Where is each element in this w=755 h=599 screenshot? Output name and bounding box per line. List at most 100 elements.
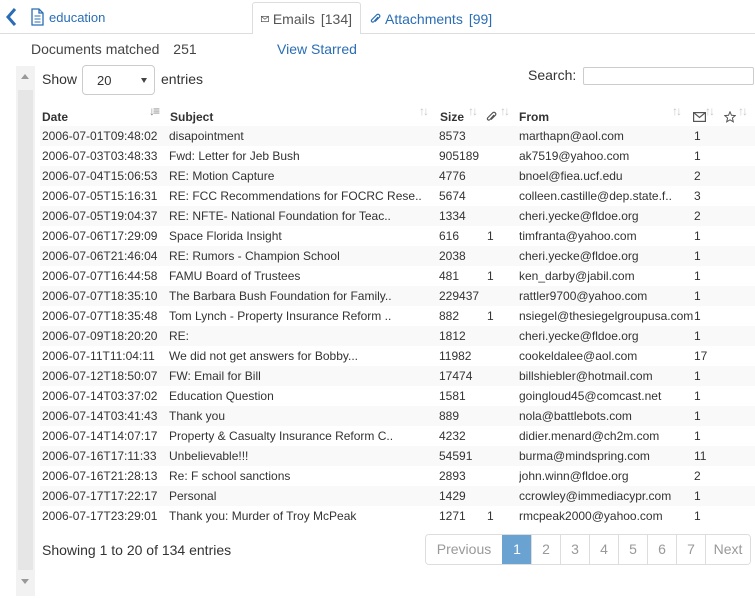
row-email-count: 2: [694, 469, 701, 483]
previous-page-button[interactable]: Previous: [426, 535, 502, 564]
emails-panel: Documents matched 251 View Starred Show …: [0, 34, 755, 599]
page-6-button[interactable]: 6: [647, 535, 676, 564]
page-1-button[interactable]: 1: [502, 535, 531, 564]
row-date: 2006-07-11T11:04:11: [42, 349, 155, 363]
sort-icon: ↑↓: [738, 104, 748, 118]
paperclip-icon: [370, 13, 381, 23]
sort-icon: ↑↓: [500, 104, 510, 118]
row-subject: RE: Rumors - Champion School: [169, 249, 340, 263]
row-size: 17474: [439, 369, 473, 383]
row-subject: Thank you: [169, 409, 226, 423]
table-row[interactable]: 2006-07-11T11:04:11 We did not get answer…: [40, 346, 755, 366]
page-3-button[interactable]: 3: [560, 535, 589, 564]
column-header-starred[interactable]: ↑↓: [724, 104, 754, 126]
page-7-button[interactable]: 7: [676, 535, 705, 564]
table-row[interactable]: 2006-07-14T03:37:02 Education Question 158…: [40, 386, 755, 406]
row-from: timfranta@yahoo.com: [519, 229, 637, 243]
table-row[interactable]: 2006-07-07T18:35:48 Tom Lynch - Property …: [40, 306, 755, 326]
row-date: 2006-07-05T15:16:31: [42, 189, 158, 203]
page-4-button[interactable]: 4: [589, 535, 618, 564]
document-icon: [31, 8, 44, 26]
breadcrumb[interactable]: education: [30, 8, 105, 26]
row-size: 889: [439, 409, 460, 423]
row-size: 2038: [439, 249, 466, 263]
row-subject: Space Florida Insight: [169, 229, 282, 243]
column-header-attachments[interactable]: ↑↓: [486, 104, 516, 126]
search-input[interactable]: [583, 67, 754, 85]
row-size: 2893: [439, 469, 466, 483]
row-date: 2006-07-07T16:44:58: [42, 269, 158, 283]
row-from: ak7519@yahoo.com: [519, 149, 630, 163]
table-row[interactable]: 2006-07-01T09:48:02 disapointment 8573 mart…: [40, 126, 755, 146]
row-email-count: 1: [694, 249, 701, 263]
row-email-count: 1: [694, 509, 701, 523]
row-date: 2006-07-14T14:07:17: [42, 429, 158, 443]
row-subject: RE: NFTE- National Foundation for Teac..: [169, 209, 391, 223]
tab-attachments[interactable]: Attachments [99]: [362, 2, 500, 35]
row-subject: Education Question: [169, 389, 274, 403]
entries-label: entries: [161, 71, 204, 87]
row-email-count: 1: [694, 329, 701, 343]
table-row[interactable]: 2006-07-17T17:22:17 Personal 1429 ccrowley@…: [40, 486, 755, 506]
row-date: 2006-07-07T18:35:48: [42, 309, 158, 323]
row-email-count: 1: [694, 429, 701, 443]
row-attachment-count: 1: [487, 509, 494, 523]
back-chevron-icon[interactable]: [4, 6, 22, 28]
column-header-size[interactable]: Size ↑↓: [440, 104, 488, 126]
row-size: 5674: [439, 189, 466, 203]
documents-matched-value: 251: [173, 41, 197, 57]
column-header-from[interactable]: From ↑↓: [519, 104, 689, 126]
row-from: cheri.yecke@fldoe.org: [519, 249, 639, 263]
sort-ascending-icon: ↓≡: [149, 104, 160, 118]
tab-emails[interactable]: Emails [134]: [252, 2, 361, 35]
row-from: cheri.yecke@fldoe.org: [519, 209, 639, 223]
table-row[interactable]: 2006-07-07T16:44:58 FAMU Board of Trustee…: [40, 266, 755, 286]
table-row[interactable]: 2006-07-09T18:20:20 RE: 1812 cheri.yecke@fl…: [40, 326, 755, 346]
table-row[interactable]: 2006-07-16T21:28:13 Re: F school sanction…: [40, 466, 755, 486]
view-starred-link[interactable]: View Starred: [277, 41, 357, 57]
page-2-button[interactable]: 2: [531, 535, 560, 564]
row-from: burma@mindspring.com: [519, 449, 650, 463]
tab-attachments-count: [99]: [468, 10, 493, 27]
row-email-count: 17: [694, 349, 708, 363]
row-email-count: 1: [694, 289, 701, 303]
column-header-subject[interactable]: Subject ↑↓: [170, 104, 435, 126]
table-header: Date ↓≡ Subject ↑↓ Size ↑↓ ↑↓ From ↑↓ ↑↓…: [40, 102, 755, 126]
table-row[interactable]: 2006-07-04T15:06:53 RE: Motion Capture 477…: [40, 166, 755, 186]
table-row[interactable]: 2006-07-14T03:41:43 Thank you 889 nola@batt…: [40, 406, 755, 426]
table-row[interactable]: 2006-07-14T14:07:17 Property & Casualty I…: [40, 426, 755, 446]
row-from: bnoel@fiea.ucf.edu: [519, 169, 623, 183]
row-from: ccrowley@immediacypr.com: [519, 489, 672, 503]
table-row[interactable]: 2006-07-16T17:11:33 Unbelievable!!! 54591 b…: [40, 446, 755, 466]
scrollbar-thumb[interactable]: [18, 90, 33, 570]
column-header-count[interactable]: ↑↓: [693, 104, 728, 126]
vertical-scrollbar[interactable]: [16, 66, 35, 596]
page-5-button[interactable]: 5: [618, 535, 647, 564]
row-size: 1271: [439, 509, 466, 523]
row-size: 1812: [439, 329, 466, 343]
table-row[interactable]: 2006-07-07T18:35:10 The Barbara Bush Foun…: [40, 286, 755, 306]
search-label: Search:: [528, 67, 577, 83]
row-subject: RE: FCC Recommendations for FOCRC Rese..: [169, 189, 422, 203]
scroll-down-icon[interactable]: [21, 579, 29, 584]
row-date: 2006-07-05T19:04:37: [42, 209, 158, 223]
chevron-down-icon: [141, 78, 147, 83]
table-row[interactable]: 2006-07-06T17:29:09 Space Florida Insight…: [40, 226, 755, 246]
table-row[interactable]: 2006-07-12T18:50:07 FW: Email for Bill 174…: [40, 366, 755, 386]
row-email-count: 1: [694, 369, 701, 383]
table-row[interactable]: 2006-07-06T21:46:04 RE: Rumors - Champion…: [40, 246, 755, 266]
next-page-button[interactable]: Next: [705, 535, 750, 564]
table-row[interactable]: 2006-07-05T15:16:31 RE: FCC Recommendatio…: [40, 186, 755, 206]
scroll-up-icon[interactable]: [21, 74, 29, 79]
row-date: 2006-07-07T18:35:10: [42, 289, 158, 303]
page-size-select[interactable]: 20: [82, 65, 155, 95]
row-date: 2006-07-06T21:46:04: [42, 249, 158, 263]
table-row[interactable]: 2006-07-17T23:29:01 Thank you: Murder of …: [40, 506, 755, 526]
table-row[interactable]: 2006-07-03T03:48:33 Fwd: Letter for Jeb B…: [40, 146, 755, 166]
column-header-date[interactable]: Date ↓≡: [42, 104, 167, 126]
row-from: john.winn@fldoe.org: [519, 469, 629, 483]
row-from: didier.menard@ch2m.com: [519, 429, 660, 443]
table-row[interactable]: 2006-07-05T19:04:37 RE: NFTE- National Fo…: [40, 206, 755, 226]
row-subject: FAMU Board of Trustees: [169, 269, 301, 283]
row-email-count: 1: [694, 269, 701, 283]
